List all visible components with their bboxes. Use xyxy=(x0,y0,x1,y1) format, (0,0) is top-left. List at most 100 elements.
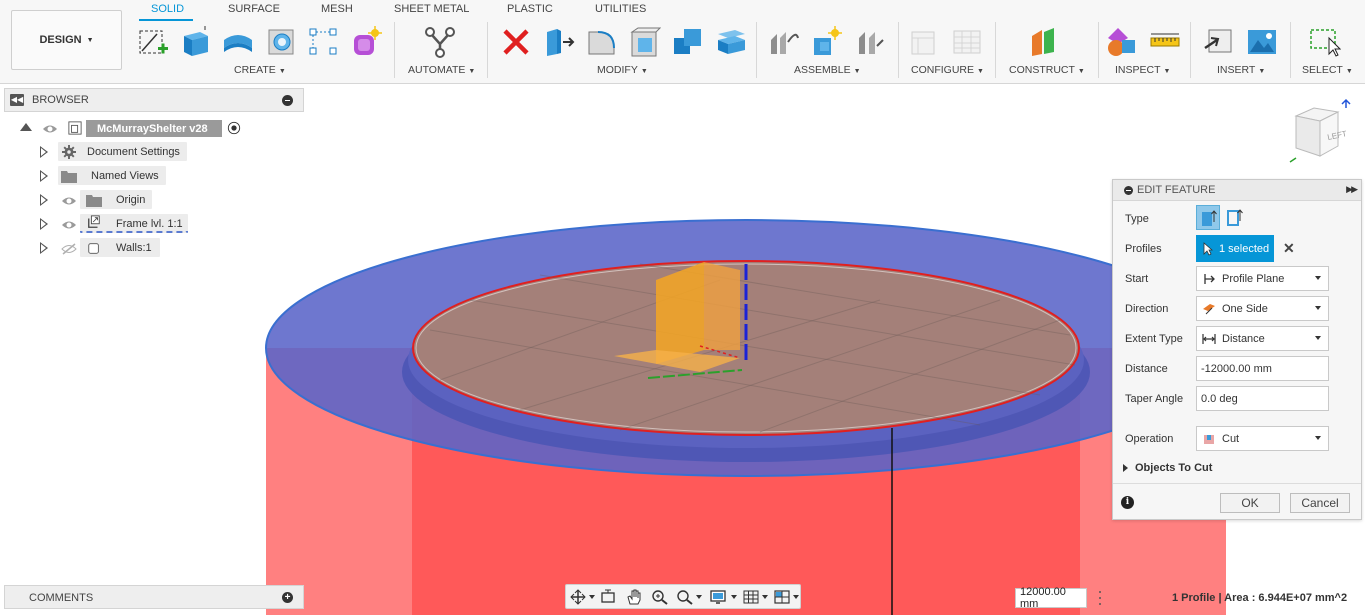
type-thin-extrude-button[interactable] xyxy=(1223,205,1247,230)
revolve-icon[interactable] xyxy=(222,26,254,58)
design-workspace-button[interactable]: DESIGN ▼ xyxy=(11,10,122,70)
caret-down-icon[interactable] xyxy=(589,595,595,599)
activate-radio-icon[interactable] xyxy=(226,121,242,135)
measure-input[interactable]: 12000.00 mm xyxy=(1015,586,1087,610)
pattern-icon[interactable] xyxy=(308,26,340,58)
inspect-label: INSPECT xyxy=(1115,64,1161,76)
as-built-joint-icon[interactable] xyxy=(855,26,887,58)
expand-toggle-icon[interactable] xyxy=(40,170,48,182)
inspect-group-label[interactable]: INSPECT ▼ xyxy=(1115,64,1170,76)
caret-down-icon[interactable] xyxy=(762,595,768,599)
expand-toggle-icon[interactable] xyxy=(40,218,48,230)
type-extrude-button[interactable] xyxy=(1196,205,1220,230)
component-link-icon xyxy=(88,215,100,228)
automate-group-label[interactable]: AUTOMATE ▼ xyxy=(408,64,475,76)
hole-icon[interactable] xyxy=(265,26,297,58)
visibility-eye-icon[interactable] xyxy=(61,218,77,232)
configure-icon[interactable] xyxy=(908,26,940,58)
taper-angle-input[interactable]: 0.0 deg xyxy=(1196,386,1329,411)
toolbar: DESIGN ▼ SOLID SURFACE MESH SHEET METAL P… xyxy=(0,0,1365,84)
grid-icon[interactable] xyxy=(742,589,760,605)
collapse-panel-icon[interactable]: ◀◀ xyxy=(10,94,24,106)
visibility-eye-icon[interactable] xyxy=(42,122,58,136)
direction-dropdown[interactable]: One Side xyxy=(1196,296,1329,321)
expand-toggle-icon[interactable] xyxy=(40,146,48,158)
caret-down-icon: ▼ xyxy=(1258,68,1266,75)
add-comment-icon[interactable]: + xyxy=(282,592,293,603)
tab-plastic[interactable]: PLASTIC xyxy=(507,3,553,15)
expand-toggle-icon[interactable] xyxy=(40,194,48,206)
look-at-icon[interactable] xyxy=(599,589,617,605)
dialog-title: EDIT FEATURE xyxy=(1137,184,1216,196)
caret-down-icon[interactable] xyxy=(696,595,702,599)
delete-icon[interactable] xyxy=(500,26,532,58)
browser-root-document[interactable]: McMurrayShelter v28 xyxy=(86,120,222,137)
tab-sheet-metal[interactable]: SHEET METAL xyxy=(394,3,469,15)
tab-solid[interactable]: SOLID xyxy=(151,3,184,15)
insert-group-label[interactable]: INSERT ▼ xyxy=(1217,64,1265,76)
select-group-label[interactable]: SELECT ▼ xyxy=(1302,64,1353,76)
z-axis-icon xyxy=(1341,98,1351,108)
modify-group-label[interactable]: MODIFY ▼ xyxy=(597,64,648,76)
pan-hand-icon[interactable] xyxy=(625,589,643,605)
expand-toggle-icon[interactable] xyxy=(40,242,48,254)
operation-dropdown[interactable]: Cut xyxy=(1196,426,1329,451)
distance-label: Distance xyxy=(1125,363,1168,375)
comments-panel[interactable]: COMMENTS + xyxy=(4,585,304,609)
collapse-dialog-icon[interactable] xyxy=(1124,186,1133,195)
automate-icon[interactable] xyxy=(424,26,456,58)
measure-icon[interactable] xyxy=(1149,26,1181,58)
combine-icon[interactable] xyxy=(672,26,704,58)
dialog-header[interactable]: EDIT FEATURE ▶▶ xyxy=(1113,180,1361,201)
caret-down-icon[interactable] xyxy=(793,595,799,599)
profiles-selection-button[interactable]: 1 selected xyxy=(1196,235,1274,262)
start-dropdown[interactable]: Profile Plane xyxy=(1196,266,1329,291)
configure-group-label[interactable]: CONFIGURE ▼ xyxy=(911,64,984,76)
interference-icon[interactable] xyxy=(1106,26,1138,58)
info-icon[interactable]: i xyxy=(1121,496,1134,509)
objects-to-cut-expander[interactable]: Objects To Cut xyxy=(1123,462,1212,474)
cancel-button[interactable]: Cancel xyxy=(1290,493,1350,513)
browser-header[interactable]: ◀◀ BROWSER xyxy=(4,88,304,112)
clear-selection-icon[interactable]: ✕ xyxy=(1283,240,1295,257)
viewports-icon[interactable] xyxy=(773,589,791,605)
expand-toggle-icon[interactable] xyxy=(20,123,32,131)
orbit-icon[interactable] xyxy=(569,589,587,605)
caret-down-icon[interactable] xyxy=(731,595,737,599)
insert-canvas-icon[interactable] xyxy=(1246,26,1278,58)
create-group-label[interactable]: CREATE ▼ xyxy=(234,64,286,76)
expand-dialog-icon[interactable]: ▶▶ xyxy=(1346,184,1358,195)
offset-face-icon[interactable] xyxy=(715,26,747,58)
viewcube[interactable]: LEFT xyxy=(1288,96,1360,166)
assemble-group-label[interactable]: ASSEMBLE ▼ xyxy=(794,64,861,76)
distance-value: -12000.00 mm xyxy=(1201,362,1272,375)
hidden-eye-icon[interactable] xyxy=(61,242,77,256)
edit-feature-dialog: EDIT FEATURE ▶▶ Type Profiles 1 selected… xyxy=(1112,179,1362,520)
distance-input[interactable]: -12000.00 mm xyxy=(1196,356,1329,381)
create-form-icon[interactable] xyxy=(351,26,383,58)
ok-button[interactable]: OK xyxy=(1220,493,1280,513)
create-sketch-icon[interactable] xyxy=(137,26,169,58)
visibility-eye-icon[interactable] xyxy=(61,194,77,208)
configuration-table-icon[interactable] xyxy=(951,26,983,58)
tab-mesh[interactable]: MESH xyxy=(321,3,353,15)
construct-group-label[interactable]: CONSTRUCT ▼ xyxy=(1009,64,1085,76)
shell-icon[interactable] xyxy=(629,26,661,58)
fit-window-icon[interactable] xyxy=(676,589,694,605)
select-icon[interactable] xyxy=(1309,26,1341,58)
insert-derive-icon[interactable] xyxy=(1203,26,1235,58)
zoom-icon[interactable] xyxy=(651,589,669,605)
extrude-icon[interactable] xyxy=(180,26,212,58)
minimize-icon[interactable] xyxy=(282,95,293,106)
display-settings-icon[interactable] xyxy=(710,589,728,605)
extent-type-dropdown[interactable]: Distance xyxy=(1196,326,1329,351)
tab-utilities[interactable]: UTILITIES xyxy=(595,3,646,15)
press-pull-icon[interactable] xyxy=(543,26,575,58)
offset-plane-icon[interactable] xyxy=(1028,26,1060,58)
navigation-bar xyxy=(565,584,801,609)
more-options-icon[interactable] xyxy=(1097,589,1103,607)
joint-icon[interactable] xyxy=(811,26,843,58)
fillet-icon[interactable] xyxy=(586,26,618,58)
new-component-icon[interactable] xyxy=(768,26,800,58)
tab-surface[interactable]: SURFACE xyxy=(228,3,280,15)
